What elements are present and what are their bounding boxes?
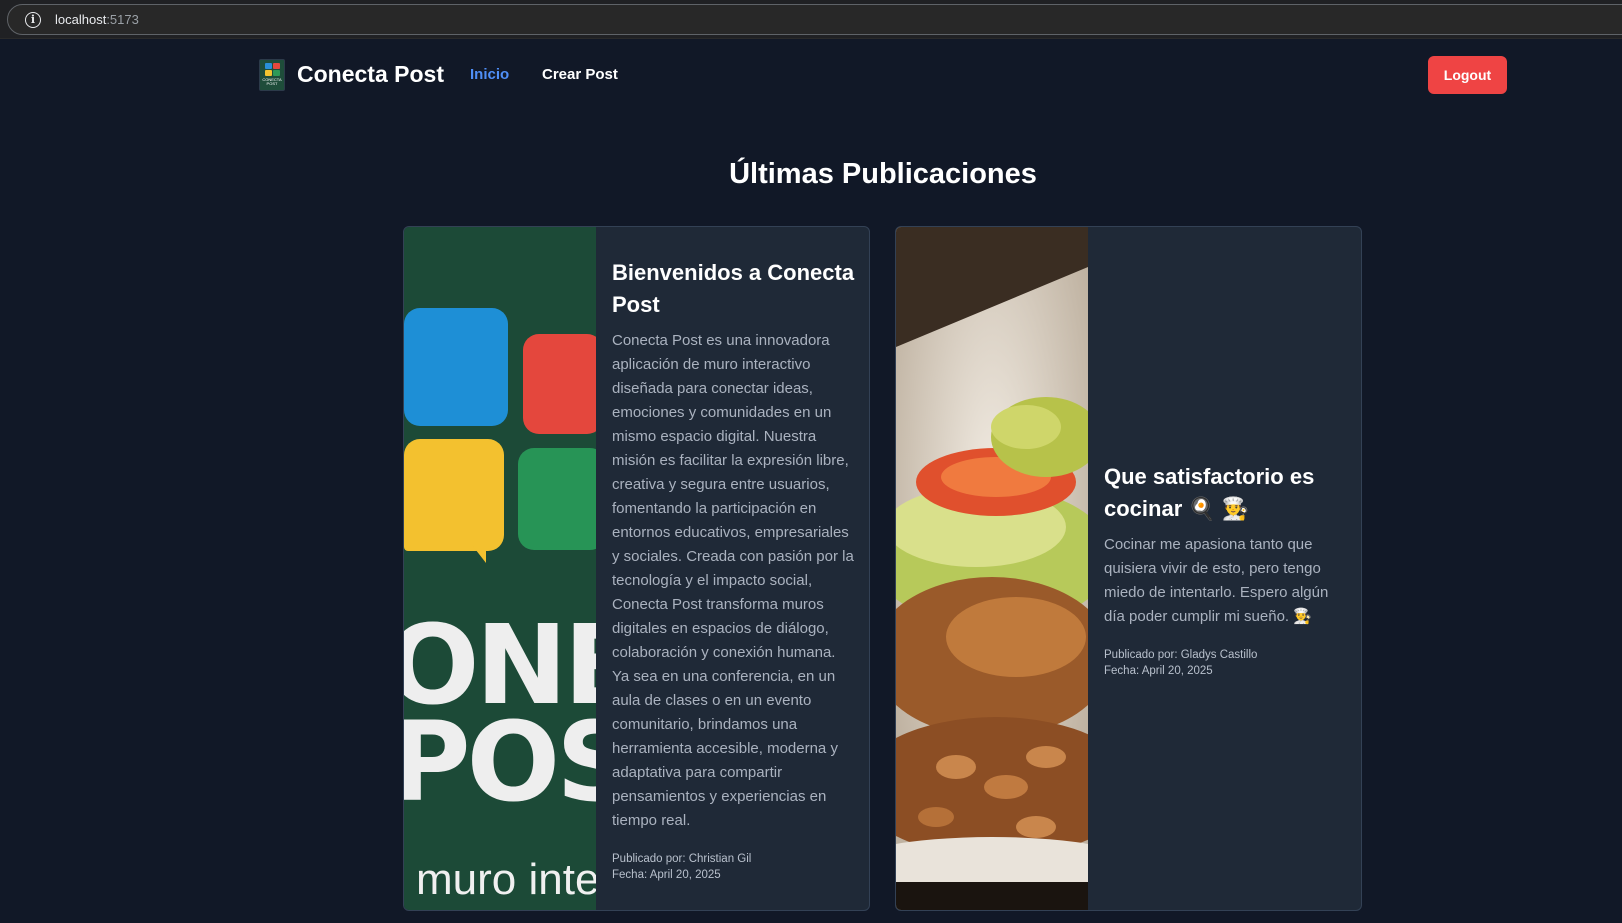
url-text: localhost:5173 — [55, 12, 139, 27]
nav-link-inicio[interactable]: Inicio — [470, 66, 509, 83]
post-date: Fecha: April 20, 2025 — [612, 868, 721, 881]
post-title: Que satisfactorio es cocinar 🍳 👨‍🍳 — [1104, 463, 1315, 521]
post-meta: Publicado por: Christian Gil Fecha: Apri… — [612, 851, 855, 883]
page-title: Últimas Publicaciones — [729, 158, 1037, 190]
post-date: Fecha: April 20, 2025 — [1104, 664, 1213, 677]
image-text: POST — [404, 698, 596, 826]
post-image-food — [896, 227, 1088, 910]
post-body: Bienvenidos a Conecta Post Conecta Post … — [596, 227, 869, 910]
image-text: muro interactivo — [416, 855, 596, 904]
post-author: Publicado por: Christian Gil — [612, 852, 752, 865]
browser-toolbar: i localhost:5173 — [0, 0, 1622, 39]
post-card: ONEC POST muro interactivo Bienvenidos a… — [403, 226, 870, 911]
post-body: Que satisfactorio es cocinar 🍳 👨‍🍳 Cocin… — [1088, 227, 1361, 910]
post-title: Bienvenidos a Conecta Post — [612, 259, 855, 317]
post-text: Cocinar me apasiona tanto que quisiera v… — [1104, 535, 1329, 625]
logout-button[interactable]: Logout — [1428, 56, 1507, 94]
post-author: Publicado por: Gladys Castillo — [1104, 648, 1258, 661]
navbar: CONECTA POST Conecta Post Inicio Crear Po… — [0, 39, 1622, 111]
post-text: Conecta Post es una innovadora aplicació… — [612, 331, 854, 829]
address-bar[interactable]: i localhost:5173 — [7, 4, 1622, 35]
brand-logo[interactable]: CONECTA POST — [259, 59, 285, 91]
nav-link-crear-post[interactable]: Crear Post — [542, 66, 618, 83]
post-meta: Publicado por: Gladys Castillo Fecha: Ap… — [1104, 647, 1347, 679]
brand-name[interactable]: Conecta Post — [297, 61, 444, 88]
info-icon[interactable]: i — [25, 11, 41, 28]
post-card: Que satisfactorio es cocinar 🍳 👨‍🍳 Cocin… — [895, 226, 1362, 911]
post-image-conecta: ONEC POST muro interactivo — [404, 227, 596, 910]
